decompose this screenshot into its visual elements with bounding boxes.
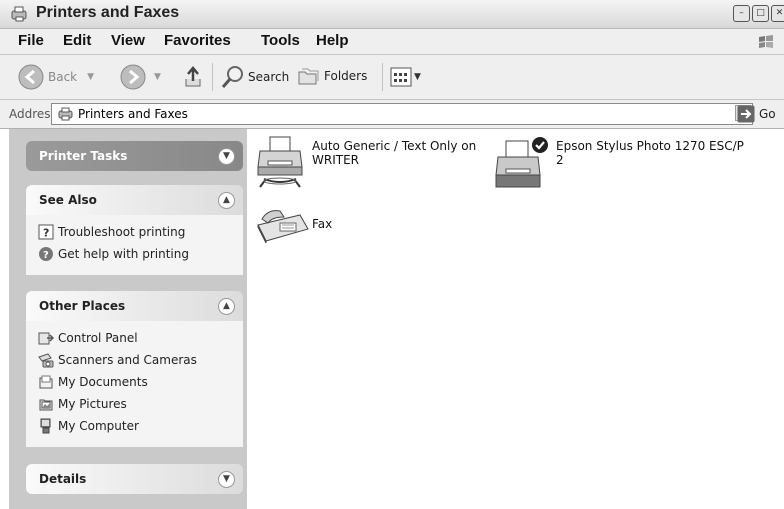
see-also-header[interactable]: See Also ▲ bbox=[26, 185, 243, 215]
details-header[interactable]: Details ▼ bbox=[26, 464, 243, 494]
see-also-panel: See Also ▲ ? Troubleshoot printing ? Get… bbox=[26, 185, 243, 275]
menu-file[interactable]: File bbox=[18, 32, 44, 49]
printer-name-auto-generic: Auto Generic / Text Only on WRITER bbox=[312, 139, 476, 167]
window-title: Printers and Faxes bbox=[36, 4, 180, 21]
other-places-header[interactable]: Other Places ▲ bbox=[26, 291, 243, 321]
my-computer-icon bbox=[40, 418, 51, 434]
get-help-printing-label: Get help with printing bbox=[58, 247, 189, 261]
printer-tasks-header[interactable]: Printer Tasks ▼ bbox=[26, 141, 243, 171]
go-label: Go bbox=[759, 107, 776, 121]
views-button[interactable]: ▼ bbox=[390, 67, 421, 87]
my-documents-link[interactable]: My Documents bbox=[26, 371, 243, 393]
control-panel-label: Control Panel bbox=[58, 331, 138, 345]
my-pictures-label: My Pictures bbox=[58, 397, 127, 411]
my-documents-icon bbox=[39, 375, 53, 389]
go-button[interactable]: Go bbox=[737, 105, 776, 123]
menu-bar: File Edit View Favorites Tools Help bbox=[0, 29, 784, 55]
search-label: Search bbox=[248, 70, 290, 84]
printer-name-line1: Epson Stylus Photo 1270 ESC/P bbox=[556, 139, 744, 153]
printers-folder-icon bbox=[11, 6, 27, 22]
fax-name: Fax bbox=[312, 217, 333, 231]
troubleshoot-printing-link[interactable]: ? Troubleshoot printing bbox=[26, 221, 243, 243]
fax-item[interactable]: Fax bbox=[254, 205, 374, 251]
help-circle-icon: ? bbox=[39, 247, 53, 261]
printer-item-auto-generic[interactable]: Auto Generic / Text Only on WRITER bbox=[256, 135, 486, 195]
my-pictures-icon bbox=[39, 399, 53, 411]
task-pane: Printer Tasks ▼ See Also ▲ ? Troubleshoo… bbox=[9, 129, 247, 509]
minimize-button[interactable]: – bbox=[733, 5, 750, 22]
help-topic-icon: ? bbox=[38, 224, 54, 240]
address-bar: Address Printers and Faxes ▼ Go bbox=[0, 100, 784, 129]
folders-label: Folders bbox=[324, 69, 368, 83]
menu-help[interactable]: Help bbox=[316, 32, 349, 49]
menu-tools[interactable]: Tools bbox=[261, 32, 300, 49]
address-field[interactable]: Printers and Faxes ▼ bbox=[51, 103, 753, 125]
printer-tasks-title: Printer Tasks bbox=[39, 149, 128, 163]
see-also-title: See Also bbox=[39, 193, 97, 207]
troubleshoot-printing-label: Troubleshoot printing bbox=[58, 225, 186, 239]
address-label: Address bbox=[9, 107, 57, 121]
menu-view[interactable]: View bbox=[111, 32, 145, 49]
folders-icon bbox=[298, 68, 319, 85]
explorer-window: Printers and Faxes – □ ✕ File Edit View … bbox=[0, 0, 784, 509]
views-dropdown-icon[interactable]: ▼ bbox=[414, 72, 421, 82]
close-button[interactable]: ✕ bbox=[771, 5, 784, 22]
go-arrow-icon bbox=[737, 105, 755, 123]
default-printer-icon bbox=[495, 137, 548, 188]
printer-name-line1: Auto Generic / Text Only on bbox=[312, 139, 477, 153]
back-button[interactable]: Back ▼ bbox=[18, 64, 94, 90]
scanner-camera-icon bbox=[38, 353, 54, 368]
get-help-printing-link[interactable]: ? Get help with printing bbox=[26, 243, 243, 265]
my-documents-label: My Documents bbox=[58, 375, 148, 389]
expand-chevron-icon[interactable]: ▼ bbox=[218, 471, 235, 488]
forward-arrow-icon bbox=[120, 64, 146, 90]
fax-icon bbox=[257, 210, 309, 244]
menu-edit[interactable]: Edit bbox=[63, 32, 91, 49]
printer-name-line2: WRITER bbox=[312, 153, 359, 167]
standard-toolbar: Back ▼ ▼ Search Folders ▼ bbox=[0, 55, 784, 100]
shared-printer-icon bbox=[257, 136, 303, 188]
printer-tasks-panel: Printer Tasks ▼ bbox=[26, 141, 243, 171]
details-panel: Details ▼ bbox=[26, 464, 243, 494]
views-icon bbox=[390, 67, 412, 87]
other-places-title: Other Places bbox=[39, 299, 126, 313]
forward-button[interactable]: ▼ bbox=[120, 64, 161, 90]
windows-logo-icon bbox=[759, 35, 773, 48]
title-bar[interactable]: Printers and Faxes – □ ✕ bbox=[0, 0, 784, 29]
other-places-panel: Other Places ▲ Control Panel Scanners an… bbox=[26, 291, 243, 447]
scanners-and-cameras-label: Scanners and Cameras bbox=[58, 353, 197, 367]
file-list-view: Auto Generic / Text Only on WRITER Epson… bbox=[248, 129, 784, 509]
my-computer-label: My Computer bbox=[58, 419, 139, 433]
search-icon bbox=[221, 66, 243, 88]
back-arrow-icon bbox=[18, 64, 44, 90]
scanners-and-cameras-link[interactable]: Scanners and Cameras bbox=[26, 349, 243, 371]
svg-text:?: ? bbox=[43, 250, 49, 261]
control-panel-link[interactable]: Control Panel bbox=[26, 327, 243, 349]
up-button[interactable] bbox=[182, 65, 206, 89]
printer-item-epson[interactable]: Epson Stylus Photo 1270 ESC/P 2 bbox=[494, 135, 774, 195]
printer-name-epson: Epson Stylus Photo 1270 ESC/P 2 bbox=[556, 139, 744, 167]
expand-chevron-icon[interactable]: ▼ bbox=[218, 148, 235, 165]
printers-folder-icon bbox=[58, 107, 73, 121]
my-pictures-link[interactable]: My Pictures bbox=[26, 393, 243, 415]
folder-up-icon bbox=[185, 66, 201, 87]
collapse-chevron-icon[interactable]: ▲ bbox=[218, 192, 235, 209]
back-label: Back bbox=[48, 70, 78, 84]
menu-favorites[interactable]: Favorites bbox=[164, 32, 231, 49]
my-computer-link[interactable]: My Computer bbox=[26, 415, 243, 437]
maximize-button[interactable]: □ bbox=[752, 5, 769, 22]
control-panel-icon bbox=[38, 332, 54, 345]
search-button[interactable]: Search bbox=[220, 64, 289, 90]
svg-text:?: ? bbox=[43, 227, 49, 240]
address-value: Printers and Faxes bbox=[78, 107, 188, 121]
details-title: Details bbox=[39, 472, 87, 486]
folders-button[interactable]: Folders bbox=[296, 65, 367, 87]
collapse-chevron-icon[interactable]: ▲ bbox=[218, 298, 235, 315]
printer-name-line2: 2 bbox=[556, 153, 564, 167]
forward-dropdown-icon[interactable]: ▼ bbox=[154, 72, 161, 82]
back-dropdown-icon[interactable]: ▼ bbox=[87, 72, 94, 82]
